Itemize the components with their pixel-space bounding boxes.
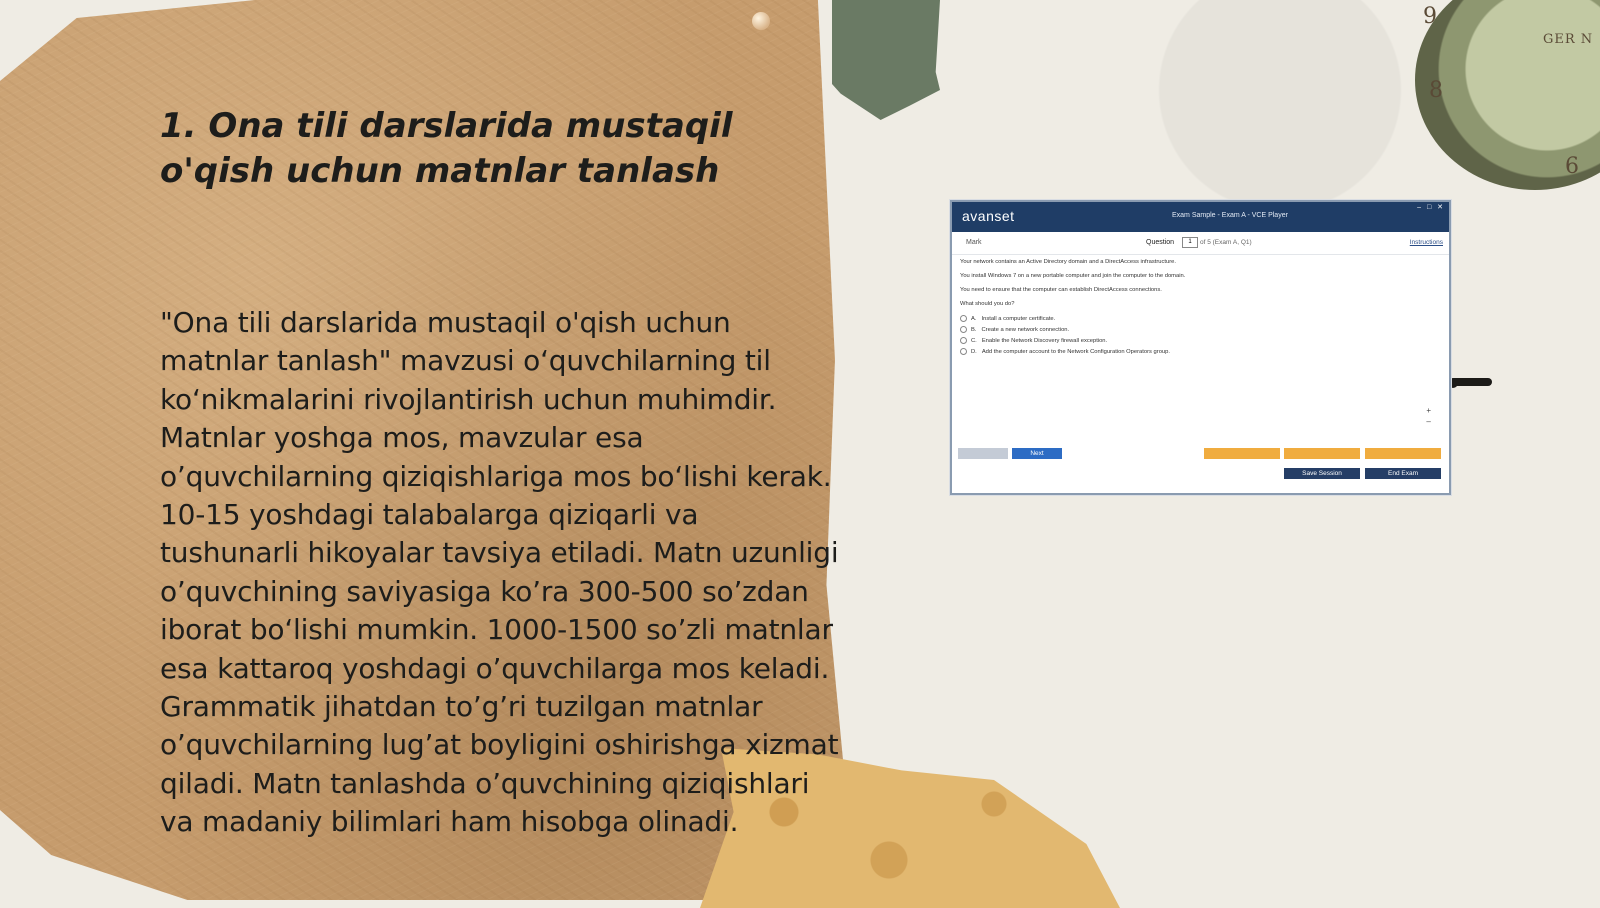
question-text-line: What should you do? [960, 301, 1015, 307]
clock-numeral: 8 [1429, 78, 1443, 103]
clock-numeral: 6 [1565, 154, 1579, 179]
end-exam-button: End Exam [1365, 468, 1441, 479]
clock-numeral: 9 [1423, 4, 1437, 29]
slide-title: 1. Ona tili darslarida mustaqil o'qish u… [160, 106, 733, 191]
option-text: Enable the Network Discovery firewall ex… [981, 337, 1108, 344]
avanset-logo: avanset [962, 208, 1015, 224]
ink-stroke-decoration [1450, 378, 1492, 386]
zoom-controls: + – [1426, 405, 1431, 427]
slide-body-text: "Ona tili darslarida mustaqil o'qish uch… [160, 306, 839, 839]
save-session-button: Save Session [1284, 468, 1360, 479]
vce-titlebar: avanset Exam Sample - Exam A - VCE Playe… [952, 202, 1449, 232]
option-letter: D. [971, 348, 977, 355]
question-text-line: You need to ensure that the computer can… [960, 287, 1162, 293]
answer-option: C. Enable the Network Discovery firewall… [960, 337, 1441, 344]
radio-icon [960, 315, 967, 322]
zoom-out-icon: – [1426, 417, 1431, 426]
question-of-label: of 5 (Exam A, Q1) [1200, 239, 1252, 246]
pin-decoration [752, 12, 770, 30]
option-text: Install a computer certificate. [981, 315, 1056, 322]
instructions-link: Instructions [1409, 239, 1443, 246]
option-letter: B. [971, 326, 977, 333]
answer-option: D. Add the computer account to the Netwo… [960, 348, 1441, 355]
orange-action-button [1284, 448, 1360, 459]
answer-option: A. Install a computer certificate. [960, 315, 1441, 322]
vce-navigation-row: Next [958, 448, 1443, 462]
orange-menu-button [1204, 448, 1280, 459]
question-text-line: You install Windows 7 on a new portable … [960, 273, 1186, 279]
answer-option: B. Create a new network connection. [960, 326, 1441, 333]
vce-question-content: Your network contains an Active Director… [952, 255, 1449, 435]
option-letter: A. [971, 315, 977, 322]
vce-session-row: Save Session End Exam [958, 468, 1443, 482]
question-label: Question [1146, 239, 1175, 246]
question-number-field: 1 [1182, 237, 1198, 248]
option-letter: C. [971, 337, 977, 344]
radio-icon [960, 326, 967, 333]
orange-action-button [1365, 448, 1441, 459]
vce-player-screenshot: avanset Exam Sample - Exam A - VCE Playe… [950, 200, 1451, 495]
previous-button [958, 448, 1008, 459]
vce-window-title: Exam Sample - Exam A - VCE Player [1172, 212, 1288, 219]
vce-question-bar: Mark Question 1 of 5 (Exam A, Q1) Instru… [952, 232, 1449, 255]
option-text: Create a new network connection. [981, 326, 1070, 333]
window-controls-icon: – □ ✕ [1417, 204, 1445, 211]
next-button: Next [1012, 448, 1062, 459]
radio-icon [960, 348, 967, 355]
zoom-in-icon: + [1426, 406, 1431, 415]
radio-icon [960, 337, 967, 344]
clock-lettering: GER N [1543, 32, 1594, 47]
mark-checkbox: Mark [966, 239, 982, 246]
question-text-line: Your network contains an Active Director… [960, 259, 1176, 265]
option-text: Add the computer account to the Network … [981, 348, 1170, 355]
